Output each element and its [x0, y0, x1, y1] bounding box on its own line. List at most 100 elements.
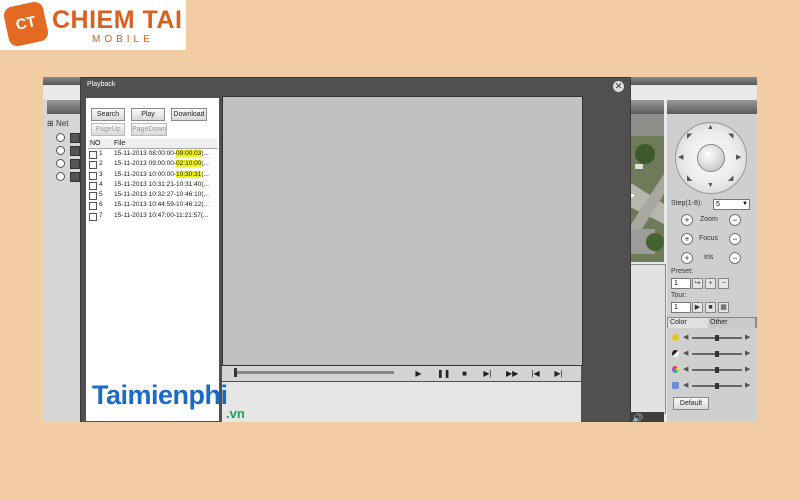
brightness-slider-thumb[interactable]	[715, 335, 719, 341]
tour-stop-button[interactable]: ■	[705, 302, 716, 313]
zoom-out-button[interactable]: −	[729, 214, 741, 226]
step-label: Step(1-8):	[671, 200, 703, 207]
row-number: 1	[99, 150, 103, 157]
preset-add-button[interactable]: +	[705, 278, 716, 289]
hue-decrease-icon[interactable]: ◀	[683, 381, 688, 389]
tree-node-icon[interactable]	[70, 146, 80, 156]
close-icon[interactable]: ✕	[613, 81, 624, 92]
table-row[interactable]: 6 15-11-2013 10:44:59-10:46:12(...	[88, 200, 217, 211]
row-number: 4	[99, 180, 103, 188]
seek-bar[interactable]	[234, 371, 394, 374]
focus-near-button[interactable]: +	[681, 233, 693, 245]
playback-video-area[interactable]	[222, 96, 583, 366]
row-checkbox[interactable]	[89, 181, 97, 190]
tour-input[interactable]: 1	[671, 302, 691, 313]
row-checkbox[interactable]	[89, 151, 97, 159]
device-tree-header	[47, 100, 81, 114]
table-row[interactable]: 7 15-11-2013 10:47:00-11:21:57(...	[88, 211, 217, 221]
tree-node-icon[interactable]	[70, 133, 80, 143]
focus-far-button[interactable]: −	[729, 233, 741, 245]
prev-frame-icon[interactable]: |◀	[531, 369, 540, 378]
ptz-up-left-icon[interactable]: ◤	[687, 132, 692, 140]
row-checkbox[interactable]	[89, 161, 97, 170]
tab-color[interactable]: Color	[668, 318, 708, 328]
tree-node[interactable]	[56, 172, 65, 181]
saturation-slider-thumb[interactable]	[715, 367, 719, 373]
playback-controls: ▶ ❚❚ ■ ▶| ▶▶ |◀ ▶|	[222, 366, 581, 381]
hue-icon	[672, 382, 679, 389]
saturation-increase-icon[interactable]: ▶	[745, 365, 750, 373]
stop-icon[interactable]: ■	[460, 369, 469, 378]
page-up-button[interactable]: PageUp	[91, 123, 125, 136]
table-row[interactable]: 5 15-11-2013 10:32:27-10:46:10(...	[88, 190, 217, 201]
focus-label: Focus	[699, 235, 719, 242]
iris-close-button[interactable]: −	[729, 252, 741, 264]
tree-node-icon[interactable]	[70, 172, 80, 182]
default-button[interactable]: Default	[673, 397, 709, 410]
play-button[interactable]: Play	[131, 108, 165, 121]
step-select[interactable]: 5 ▼	[713, 199, 750, 210]
row-checkbox[interactable]	[89, 202, 97, 211]
preset-goto-button[interactable]: ↪	[692, 278, 703, 289]
network-icon: ⊞	[47, 119, 54, 128]
row-checkbox[interactable]	[89, 212, 97, 221]
tour-play-button[interactable]: ▶	[692, 302, 703, 313]
hue-slider-thumb[interactable]	[715, 383, 719, 389]
table-row[interactable]: 2 15-11-2013 09:00:00-02:10:00(...	[88, 159, 217, 170]
net-label: Net	[56, 119, 69, 128]
hue-increase-icon[interactable]: ▶	[745, 381, 750, 389]
table-row[interactable]: 3 15-11-2013 10:00:00-10:30:31(...	[88, 170, 217, 180]
preset-input[interactable]: 1	[671, 278, 691, 289]
tree-node[interactable]	[56, 133, 65, 142]
ptz-center-knob[interactable]	[697, 144, 725, 172]
ptz-up-icon[interactable]: ▲	[707, 124, 714, 131]
saturation-icon	[672, 366, 679, 373]
tour-label: Tour:	[671, 292, 687, 299]
saturation-decrease-icon[interactable]: ◀	[683, 365, 688, 373]
ptz-left-icon[interactable]: ◀	[678, 153, 683, 161]
pause-icon[interactable]: ❚❚	[437, 369, 450, 378]
highlighted-time: 10:30:31	[176, 170, 202, 178]
tree-node[interactable]	[56, 159, 65, 168]
row-file: 15-11-2013 10:00:00-10:30:31(...	[114, 170, 209, 178]
fast-forward-icon[interactable]: ▶▶	[506, 369, 518, 378]
tree-node-icon[interactable]	[70, 159, 80, 169]
zoom-label: Zoom	[700, 216, 718, 223]
seek-thumb[interactable]	[234, 368, 237, 377]
search-button[interactable]: Search	[91, 108, 125, 121]
brightness-decrease-icon[interactable]: ◀	[683, 333, 688, 341]
volume-icon[interactable]: 🔊	[632, 413, 643, 422]
preset-remove-button[interactable]: −	[718, 278, 729, 289]
device-tree: ⊞ Net	[43, 100, 81, 422]
page-down-button[interactable]: PageDown	[131, 123, 167, 136]
tree-node[interactable]	[56, 146, 65, 155]
brightness-increase-icon[interactable]: ▶	[745, 333, 750, 341]
table-header: NO File	[88, 139, 217, 149]
dvr-client-window: ⊞ Net 🔊 ▲ ▼ ◀ ▶ ◤ ◥ ◣ ◢ Step(1-8): 5 ▼ +…	[43, 77, 757, 422]
step-icon[interactable]: ▶|	[483, 369, 492, 378]
table-row[interactable]: 4 15-11-2013 10:31:21-10:31:40(...	[88, 180, 217, 190]
download-button[interactable]: Download	[171, 108, 207, 121]
play-icon[interactable]: ▶	[414, 369, 423, 378]
file-table: NO File 1 15-11-2013 08:00:00-09:00:03(..…	[88, 139, 217, 221]
ptz-down-icon[interactable]: ▼	[707, 182, 714, 189]
table-row[interactable]: 1 15-11-2013 08:00:00-09:00:03(...	[88, 149, 217, 159]
tour-grid-button[interactable]: ▦	[718, 302, 729, 313]
watermark-suffix: .vn	[226, 406, 245, 421]
next-frame-icon[interactable]: ▶|	[554, 369, 563, 378]
iris-open-button[interactable]: +	[681, 252, 693, 264]
contrast-decrease-icon[interactable]: ◀	[683, 349, 688, 357]
iris-label: Iris	[704, 254, 714, 261]
ptz-up-right-icon[interactable]: ◥	[728, 132, 733, 140]
ptz-right-icon[interactable]: ▶	[736, 153, 741, 161]
row-checkbox[interactable]	[89, 171, 97, 180]
zoom-in-button[interactable]: +	[681, 214, 693, 226]
ptz-down-left-icon[interactable]: ◣	[687, 174, 692, 182]
contrast-slider-thumb[interactable]	[715, 351, 719, 357]
contrast-icon	[672, 350, 679, 357]
row-checkbox[interactable]	[89, 192, 97, 201]
ptz-down-right-icon[interactable]: ◢	[728, 174, 733, 182]
watermark-text: Taimienphi	[92, 380, 228, 410]
tab-other[interactable]: Other	[708, 318, 755, 328]
contrast-increase-icon[interactable]: ▶	[745, 349, 750, 357]
